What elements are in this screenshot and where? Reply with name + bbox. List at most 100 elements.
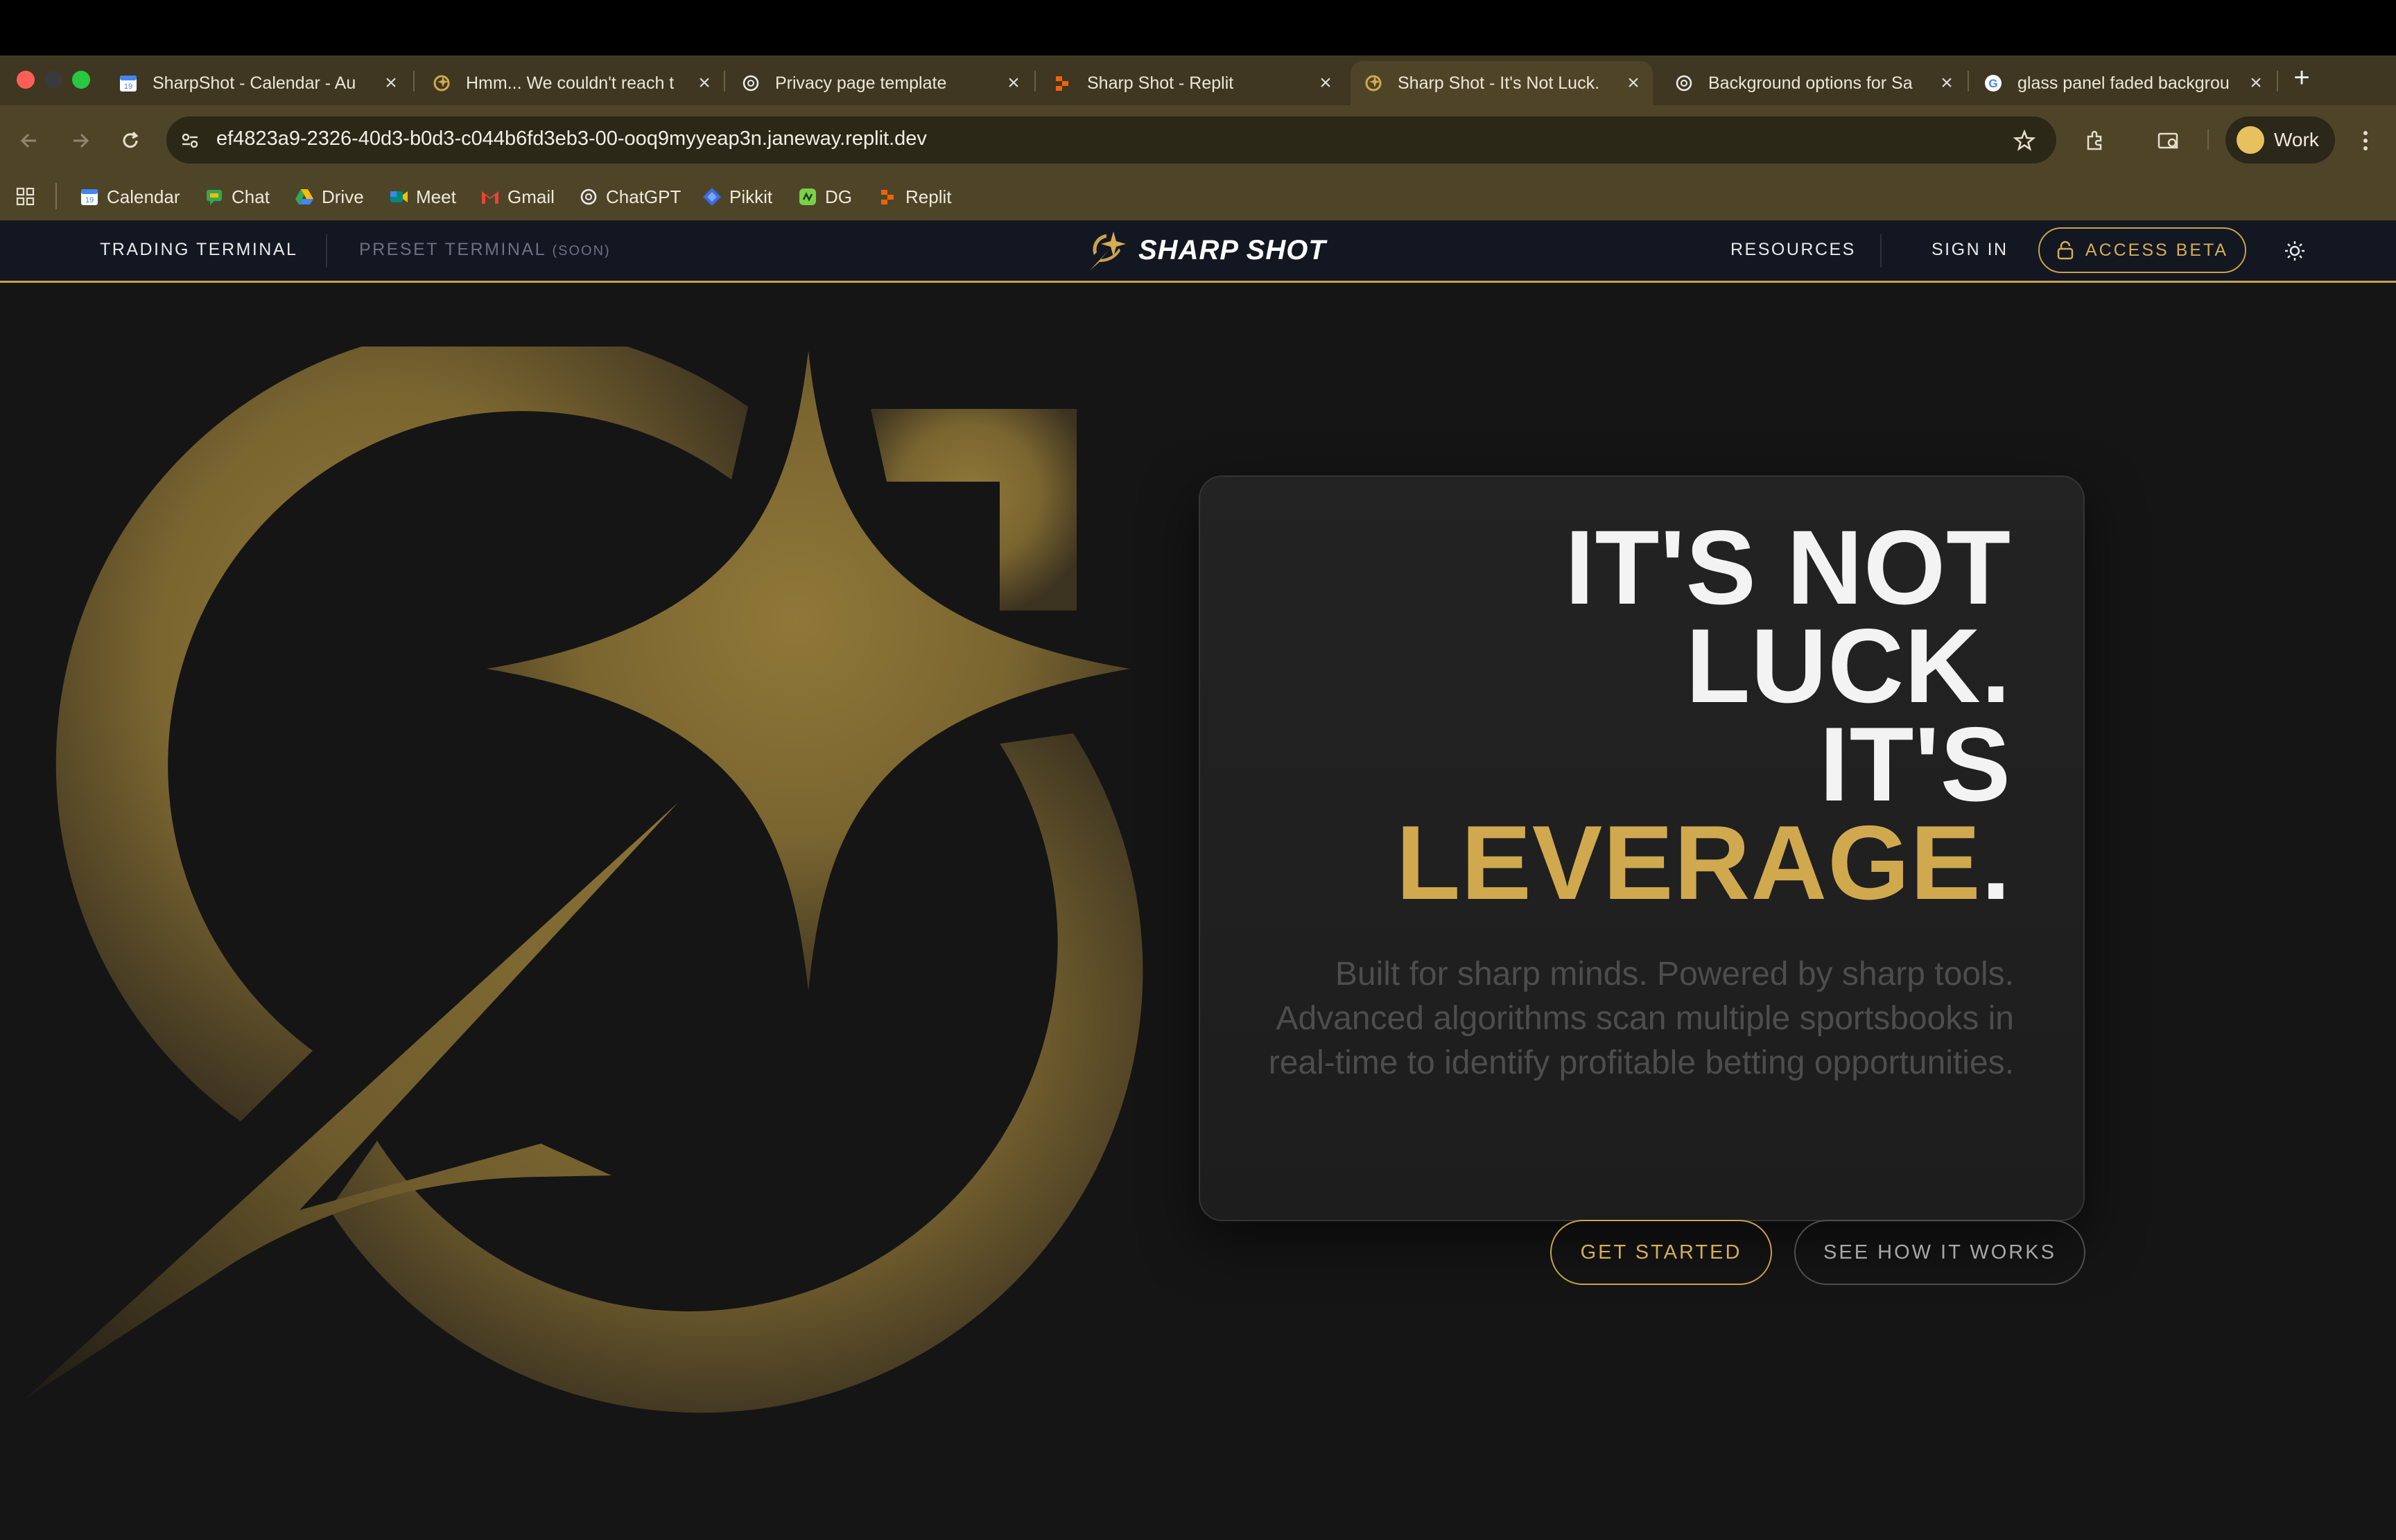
svg-text:G: G bbox=[1988, 77, 1997, 90]
bookmarks-separator bbox=[55, 183, 57, 209]
tab-title: Sharp Shot - It's Not Luck. bbox=[1398, 73, 1600, 93]
bookmark-star-icon[interactable] bbox=[2011, 127, 2038, 155]
nav-preset-label: PRESET TERMINAL bbox=[359, 240, 546, 259]
reload-icon[interactable] bbox=[116, 127, 144, 155]
nav-resources[interactable]: RESOURCES bbox=[1730, 240, 1856, 260]
bookmark-replit[interactable]: Replit bbox=[878, 184, 951, 209]
profile-chip[interactable]: Work bbox=[2225, 116, 2335, 164]
tab-separator bbox=[1034, 71, 1036, 91]
tab-close-icon[interactable]: × bbox=[1314, 71, 1337, 95]
hero-headline: IT'S NOT LUCK. IT'S LEVERAGE. bbox=[1396, 509, 2011, 916]
hero-emblem bbox=[24, 347, 1143, 1413]
lock-icon bbox=[2056, 240, 2074, 260]
access-beta-label: ACCESS BETA bbox=[2085, 240, 2229, 260]
bookmark-pikkit[interactable]: Pikkit bbox=[702, 184, 772, 209]
bookmark-meet[interactable]: Meet bbox=[388, 184, 456, 209]
bookmark-calendar[interactable]: 19 Calendar bbox=[79, 184, 180, 209]
bookmark-chat[interactable]: Chat bbox=[204, 184, 270, 209]
extensions-icon[interactable] bbox=[2081, 127, 2109, 155]
tab-title: Background options for Sa bbox=[1708, 73, 1913, 93]
browser-tab[interactable]: Background options for Sa × bbox=[1674, 61, 1958, 105]
new-tab-button[interactable]: + bbox=[2288, 62, 2316, 93]
get-started-button[interactable]: GET STARTED bbox=[1550, 1220, 1772, 1285]
tab-close-icon[interactable]: × bbox=[1002, 71, 1025, 95]
hero-subtext: Built for sharp minds. Powered by sharp … bbox=[1268, 956, 2014, 1081]
tab-title: SharpShot - Calendar - Au bbox=[153, 73, 356, 93]
nav-separator bbox=[1880, 234, 1882, 268]
profile-avatar bbox=[2237, 126, 2264, 154]
bookmark-label: ChatGPT bbox=[606, 186, 682, 207]
site-settings-icon[interactable] bbox=[176, 127, 204, 155]
headline-line: IT'S bbox=[1819, 706, 2011, 823]
tab-close-icon[interactable]: × bbox=[1936, 71, 1958, 95]
os-menu-strip bbox=[0, 0, 2396, 55]
headline-period: . bbox=[1981, 804, 2011, 922]
site-logo[interactable]: SHARP SHOT bbox=[1086, 227, 1326, 273]
browser-tab[interactable]: Privacy page template × bbox=[740, 61, 1025, 105]
tab-separator bbox=[724, 71, 725, 91]
chat-icon bbox=[204, 186, 225, 207]
forward-arrow-icon[interactable] bbox=[67, 127, 94, 155]
bookmark-label: Replit bbox=[905, 186, 952, 207]
openai-icon bbox=[578, 186, 599, 207]
tab-close-icon[interactable]: × bbox=[693, 71, 715, 95]
replit-icon bbox=[1052, 73, 1073, 94]
sharpshot-favicon bbox=[1363, 73, 1384, 94]
bookmark-chatgpt[interactable]: ChatGPT bbox=[578, 184, 681, 209]
calendar-icon: 19 bbox=[118, 73, 139, 94]
calendar-icon: 19 bbox=[79, 186, 100, 207]
browser-tab[interactable]: Hmm... We couldn't reach t × bbox=[431, 61, 715, 105]
bookmark-drive[interactable]: Drive bbox=[294, 184, 364, 209]
bookmark-gmail[interactable]: Gmail bbox=[480, 184, 555, 209]
tab-close-icon[interactable]: × bbox=[2245, 71, 2267, 95]
svg-text:19: 19 bbox=[85, 196, 94, 204]
browser-menu-icon[interactable] bbox=[2352, 127, 2379, 155]
window-zoom-button[interactable] bbox=[72, 71, 90, 89]
nav-soon-badge: (SOON) bbox=[552, 243, 611, 259]
logo-wordmark: SHARP SHOT bbox=[1138, 234, 1326, 265]
nav-sign-in[interactable]: SIGN IN bbox=[1931, 240, 2008, 260]
bookmark-label: Gmail bbox=[507, 186, 555, 207]
window-minimize-button[interactable] bbox=[44, 71, 62, 89]
browser-tab[interactable]: G glass panel faded backgrou × bbox=[1983, 61, 2267, 105]
headline-highlight: LEVERAGE bbox=[1396, 804, 1981, 922]
pikkit-icon bbox=[702, 186, 722, 207]
tab-title: glass panel faded backgrou bbox=[2017, 73, 2230, 93]
tab-title: Sharp Shot - Replit bbox=[1087, 73, 1234, 93]
openai-icon bbox=[1674, 73, 1694, 94]
bookmark-label: DG bbox=[825, 186, 852, 207]
google-icon: G bbox=[1983, 73, 2004, 94]
nav-trading-terminal[interactable]: TRADING TERMINAL bbox=[100, 240, 297, 260]
replit-icon bbox=[878, 186, 899, 207]
headline-line: IT'S NOT bbox=[1565, 509, 2011, 627]
tab-search-icon[interactable] bbox=[2155, 127, 2182, 155]
bookmark-label: Pikkit bbox=[729, 186, 773, 207]
sharpshot-favicon bbox=[431, 73, 452, 94]
access-beta-button[interactable]: ACCESS BETA bbox=[2038, 227, 2246, 273]
url-text[interactable]: ef4823a9-2326-40d3-b0d3-c044b6fd3eb3-00-… bbox=[216, 128, 927, 150]
nav-separator bbox=[326, 234, 327, 268]
gmail-icon bbox=[480, 186, 501, 207]
theme-toggle-sun-icon[interactable] bbox=[2281, 237, 2309, 265]
see-how-it-works-button[interactable]: SEE HOW IT WORKS bbox=[1794, 1220, 2085, 1285]
browser-tab-active[interactable]: Sharp Shot - It's Not Luck. × bbox=[1351, 61, 1653, 105]
bookmark-label: Chat bbox=[232, 186, 270, 207]
apps-grid-icon[interactable] bbox=[15, 184, 36, 209]
svg-text:19: 19 bbox=[124, 82, 132, 91]
drive-icon bbox=[294, 186, 315, 207]
bookmark-label: Meet bbox=[416, 186, 456, 207]
tab-close-icon[interactable]: × bbox=[1622, 71, 1644, 95]
openai-icon bbox=[740, 73, 761, 94]
back-arrow-icon[interactable] bbox=[15, 127, 43, 155]
browser-tab[interactable]: Sharp Shot - Replit × bbox=[1052, 61, 1337, 105]
bookmark-dg[interactable]: DG bbox=[797, 184, 852, 209]
tab-close-icon[interactable]: × bbox=[380, 71, 402, 95]
headline-line: LUCK. bbox=[1685, 607, 2011, 725]
tab-title: Privacy page template bbox=[775, 73, 947, 93]
bookmark-label: Calendar bbox=[107, 186, 180, 207]
window-close-button[interactable] bbox=[17, 71, 35, 89]
meet-icon bbox=[388, 186, 409, 207]
nav-preset-terminal: PRESET TERMINAL (SOON) bbox=[359, 240, 611, 260]
browser-tab[interactable]: 19 SharpShot - Calendar - Au × bbox=[118, 61, 402, 105]
dg-icon bbox=[797, 186, 818, 207]
